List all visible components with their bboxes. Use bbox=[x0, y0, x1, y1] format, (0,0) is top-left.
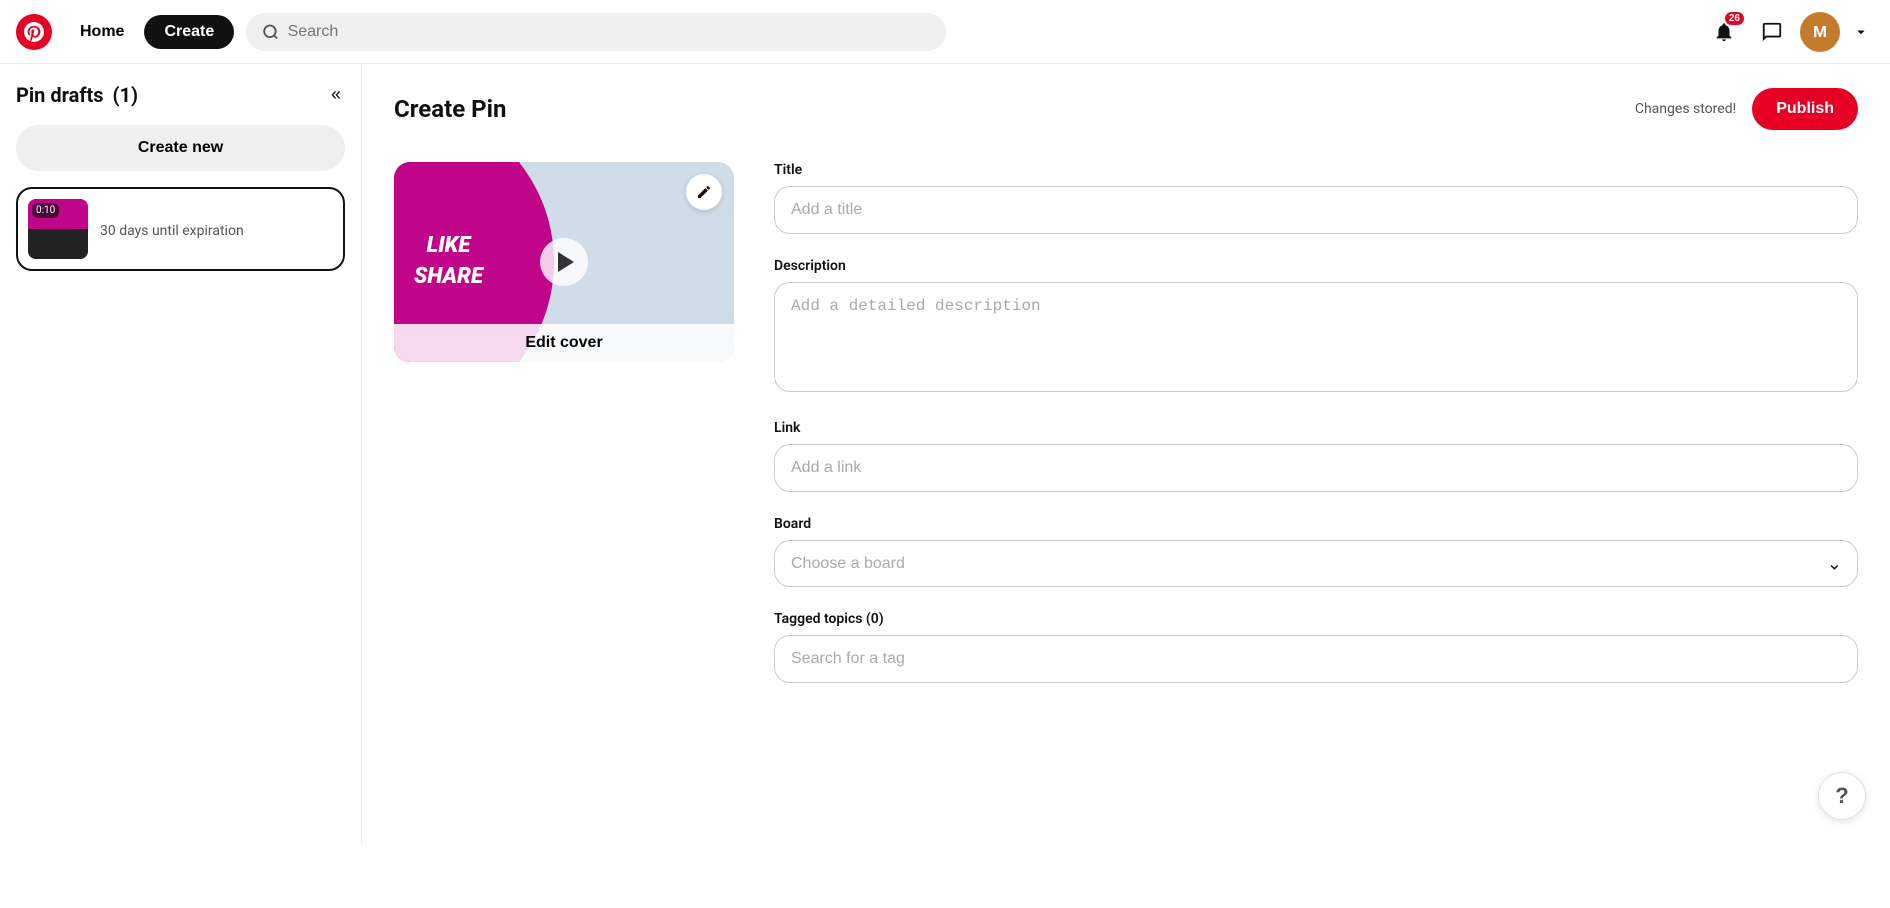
pinterest-logo-icon bbox=[24, 22, 44, 42]
account-menu-button[interactable] bbox=[1848, 19, 1874, 45]
pinterest-logo[interactable] bbox=[16, 14, 52, 50]
search-input[interactable] bbox=[288, 23, 931, 41]
pin-editor: LIKE SHARE Edit cover Title bbox=[394, 162, 1858, 707]
sidebar: Pin drafts (1) « Create new 0:10 30 days… bbox=[0, 64, 362, 844]
link-group: Link bbox=[774, 420, 1858, 492]
board-label: Board bbox=[774, 516, 1858, 532]
search-icon bbox=[262, 23, 279, 41]
sidebar-collapse-button[interactable]: « bbox=[327, 80, 345, 109]
notification-badge: 26 bbox=[1725, 12, 1744, 25]
board-select-wrapper: Choose a board ⌄ bbox=[774, 540, 1858, 587]
create-nav-button[interactable]: Create bbox=[144, 15, 234, 49]
help-button[interactable]: ? bbox=[1818, 772, 1866, 820]
draft-item[interactable]: 0:10 30 days until expiration bbox=[16, 187, 345, 271]
tag-search-input[interactable] bbox=[774, 635, 1858, 683]
search-bar[interactable] bbox=[246, 13, 946, 51]
publish-button[interactable]: Publish bbox=[1752, 88, 1858, 130]
description-input[interactable] bbox=[774, 282, 1858, 392]
link-label: Link bbox=[774, 420, 1858, 436]
edit-pencil-button[interactable] bbox=[686, 174, 722, 210]
main-header-right: Changes stored! Publish bbox=[1635, 88, 1858, 130]
changes-stored-text: Changes stored! bbox=[1635, 101, 1736, 117]
board-group: Board Choose a board ⌄ bbox=[774, 516, 1858, 587]
chevron-down-icon bbox=[1852, 23, 1870, 41]
create-new-button[interactable]: Create new bbox=[16, 125, 345, 171]
title-group: Title bbox=[774, 162, 1858, 234]
draft-info: 30 days until expiration bbox=[100, 220, 333, 239]
app-body: Pin drafts (1) « Create new 0:10 30 days… bbox=[0, 64, 1890, 844]
tagged-topics-group: Tagged topics (0) bbox=[774, 611, 1858, 683]
draft-thumb-bottom bbox=[28, 229, 88, 259]
main-nav: Home Create bbox=[64, 15, 234, 49]
main-header: Create Pin Changes stored! Publish bbox=[394, 88, 1858, 130]
video-container: LIKE SHARE Edit cover bbox=[394, 162, 734, 362]
home-nav-button[interactable]: Home bbox=[64, 15, 140, 49]
pin-form: Title Description Link Board Choose a bo… bbox=[774, 162, 1858, 707]
link-input[interactable] bbox=[774, 444, 1858, 492]
edit-cover-button[interactable]: Edit cover bbox=[394, 324, 734, 362]
messages-button[interactable] bbox=[1752, 12, 1792, 52]
header-actions: 26 M bbox=[1704, 12, 1874, 52]
main-content: Create Pin Changes stored! Publish LIKE … bbox=[362, 64, 1890, 844]
description-label: Description bbox=[774, 258, 1858, 274]
sidebar-header: Pin drafts (1) « bbox=[16, 80, 345, 109]
board-select[interactable]: Choose a board bbox=[774, 540, 1858, 587]
chat-icon bbox=[1761, 21, 1783, 43]
app-header: Home Create 26 M bbox=[0, 0, 1890, 64]
draft-timer: 0:10 bbox=[32, 203, 59, 218]
title-input[interactable] bbox=[774, 186, 1858, 234]
media-preview: LIKE SHARE Edit cover bbox=[394, 162, 734, 362]
pencil-icon bbox=[696, 184, 712, 200]
play-button[interactable] bbox=[540, 238, 588, 286]
description-group: Description bbox=[774, 258, 1858, 396]
video-overlay-text: LIKE SHARE bbox=[414, 231, 483, 293]
tagged-topics-label: Tagged topics (0) bbox=[774, 611, 1858, 627]
title-label: Title bbox=[774, 162, 1858, 178]
page-title: Create Pin bbox=[394, 95, 506, 123]
draft-expiry-text: 30 days until expiration bbox=[100, 223, 244, 239]
user-avatar[interactable]: M bbox=[1800, 12, 1840, 52]
draft-thumbnail: 0:10 bbox=[28, 199, 88, 259]
sidebar-title: Pin drafts (1) bbox=[16, 83, 138, 107]
notifications-button[interactable]: 26 bbox=[1704, 12, 1744, 52]
